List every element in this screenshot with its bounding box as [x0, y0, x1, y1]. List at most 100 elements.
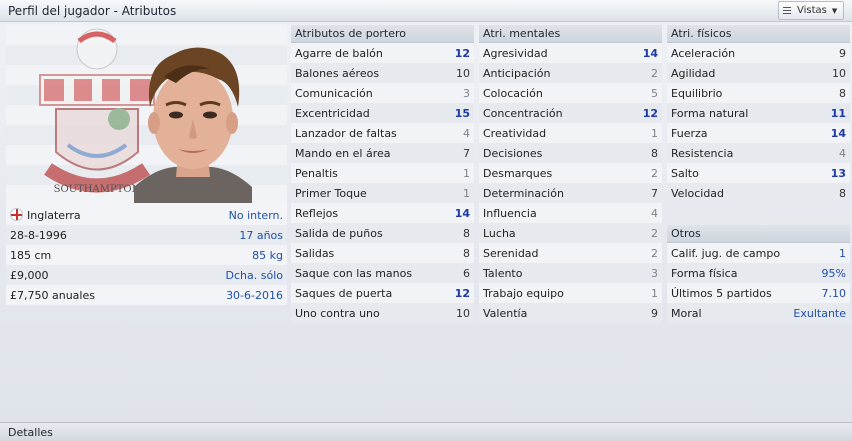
attribute-label: Resistencia — [671, 146, 734, 160]
attribute-label: Fuerza — [671, 126, 708, 140]
attribute-label: Saques de puerta — [295, 286, 393, 300]
attribute-value: 14 — [830, 126, 846, 140]
attribute-value: 8 — [651, 146, 658, 160]
attribute-value: 12 — [454, 46, 470, 60]
attribute-value: 2 — [651, 66, 658, 80]
age: 17 años — [239, 228, 283, 242]
attribute-row[interactable]: Serenidad 2 — [479, 243, 662, 263]
details-label: Detalles — [8, 426, 53, 439]
attribute-row[interactable]: Aceleración 9 — [667, 43, 850, 63]
attribute-row[interactable]: Balones aéreos 10 — [291, 63, 474, 83]
player-face-image — [134, 47, 252, 203]
mental-attributes-panel: Atri. mentales Agresividad 14 Anticipación… — [479, 25, 662, 323]
attribute-row[interactable]: Saques de puerta 12 — [291, 283, 474, 303]
attribute-row[interactable]: Forma natural 11 — [667, 103, 850, 123]
details-bar[interactable]: Detalles — [0, 422, 852, 441]
attribute-row[interactable]: Lanzador de faltas 4 — [291, 123, 474, 143]
attribute-row[interactable]: Resistencia 4 — [667, 143, 850, 163]
others-header: Otros — [667, 225, 850, 243]
attribute-value: 12 — [642, 106, 658, 120]
attribute-row[interactable]: Agresividad 14 — [479, 43, 662, 63]
mental-header: Atri. mentales — [479, 25, 662, 43]
attribute-label: Trabajo equipo — [483, 286, 564, 300]
list-icon — [783, 6, 791, 15]
attribute-row[interactable]: Desmarques 2 — [479, 163, 662, 183]
attribute-row[interactable]: Colocación 5 — [479, 83, 662, 103]
player-value: £9,000 — [10, 268, 49, 282]
attribute-label: Serenidad — [483, 246, 539, 260]
chevron-down-icon: ▼ — [831, 6, 838, 15]
attribute-value: 1 — [463, 166, 470, 180]
attribute-row[interactable]: Velocidad 8 — [667, 183, 850, 203]
attribute-row[interactable]: Forma física 95% — [667, 263, 850, 283]
birthdate: 28-8-1996 — [10, 228, 67, 242]
attribute-label: Penaltis — [295, 166, 338, 180]
attribute-row[interactable]: Influencia 4 — [479, 203, 662, 223]
attribute-value: 11 — [830, 106, 846, 120]
title-bar: Perfil del jugador - Atributos Vistas ▼ — [0, 0, 852, 22]
attribute-row[interactable]: Trabajo equipo 1 — [479, 283, 662, 303]
attribute-value: 7 — [463, 146, 470, 160]
attribute-label: Salto — [671, 166, 699, 180]
others-panel: Otros Calif. jug. de campo 1 Forma física 9… — [667, 225, 850, 323]
attribute-row[interactable]: Creatividad 1 — [479, 123, 662, 143]
attribute-label: Agarre de balón — [295, 46, 383, 60]
attribute-value: 14 — [642, 46, 658, 60]
attribute-row[interactable]: Salidas 8 — [291, 243, 474, 263]
attribute-row[interactable]: Talento 3 — [479, 263, 662, 283]
player-profile-panel: SOUTHAMPTON Inglaterra No intern. 28-8-1… — [6, 25, 287, 305]
views-button[interactable]: Vistas ▼ — [778, 1, 844, 20]
attribute-value: 4 — [651, 206, 658, 220]
attribute-label: Lucha — [483, 226, 516, 240]
attribute-value: 13 — [830, 166, 846, 180]
attribute-label: Primer Toque — [295, 186, 367, 200]
attribute-value: 3 — [463, 86, 470, 100]
attribute-row[interactable]: Uno contra uno 10 — [291, 303, 474, 323]
attribute-value: 9 — [651, 306, 658, 320]
wage: £7,750 anuales — [10, 288, 95, 302]
attribute-row[interactable]: Últimos 5 partidos 7.10 — [667, 283, 850, 303]
attribute-row[interactable]: Saque con las manos 6 — [291, 263, 474, 283]
attribute-row[interactable]: Calif. jug. de campo 1 — [667, 243, 850, 263]
attribute-row[interactable]: Anticipación 2 — [479, 63, 662, 83]
attribute-row[interactable]: Agilidad 10 — [667, 63, 850, 83]
attribute-row[interactable]: Reflejos 14 — [291, 203, 474, 223]
attribute-row[interactable]: Salto 13 — [667, 163, 850, 183]
international-status[interactable]: No intern. — [229, 209, 283, 222]
attribute-value: 15 — [454, 106, 470, 120]
attribute-label: Salida de puños — [295, 226, 383, 240]
attribute-row[interactable]: Concentración 12 — [479, 103, 662, 123]
attribute-row[interactable]: Comunicación 3 — [291, 83, 474, 103]
contract-end[interactable]: 30-6-2016 — [226, 289, 283, 302]
attribute-row[interactable]: Mando en el área 7 — [291, 143, 474, 163]
attribute-label: Excentricidad — [295, 106, 370, 120]
attribute-row[interactable]: Determinación 7 — [479, 183, 662, 203]
attribute-row[interactable]: Agarre de balón 12 — [291, 43, 474, 63]
attribute-label: Lanzador de faltas — [295, 126, 397, 140]
attribute-value: 6 — [463, 266, 470, 280]
attribute-row[interactable]: Moral Exultante — [667, 303, 850, 323]
attribute-row[interactable]: Lucha 2 — [479, 223, 662, 243]
attribute-value: Exultante — [793, 306, 846, 320]
attribute-row[interactable]: Primer Toque 1 — [291, 183, 474, 203]
attribute-row[interactable]: Decisiones 8 — [479, 143, 662, 163]
attribute-row[interactable]: Valentía 9 — [479, 303, 662, 323]
attribute-label: Forma natural — [671, 106, 749, 120]
attribute-label: Calif. jug. de campo — [671, 246, 781, 260]
nationality-row: Inglaterra No intern. — [6, 205, 287, 225]
attribute-value: 9 — [839, 46, 846, 60]
attribute-label: Moral — [671, 306, 702, 320]
attribute-value: 1 — [839, 246, 846, 260]
physical-attributes-panel: Atri. físicos Aceleración 9 Agilidad 10 Equi… — [667, 25, 850, 203]
attribute-value: 8 — [463, 226, 470, 240]
england-flag-icon — [10, 208, 23, 221]
value-row: £9,000 Dcha. sólo — [6, 265, 287, 285]
attribute-row[interactable]: Penaltis 1 — [291, 163, 474, 183]
attribute-row[interactable]: Equilibrio 8 — [667, 83, 850, 103]
attribute-label: Creatividad — [483, 126, 547, 140]
attribute-row[interactable]: Salida de puños 8 — [291, 223, 474, 243]
attribute-row[interactable]: Excentricidad 15 — [291, 103, 474, 123]
attribute-value: 8 — [839, 186, 846, 200]
attribute-value: 1 — [651, 286, 658, 300]
attribute-row[interactable]: Fuerza 14 — [667, 123, 850, 143]
